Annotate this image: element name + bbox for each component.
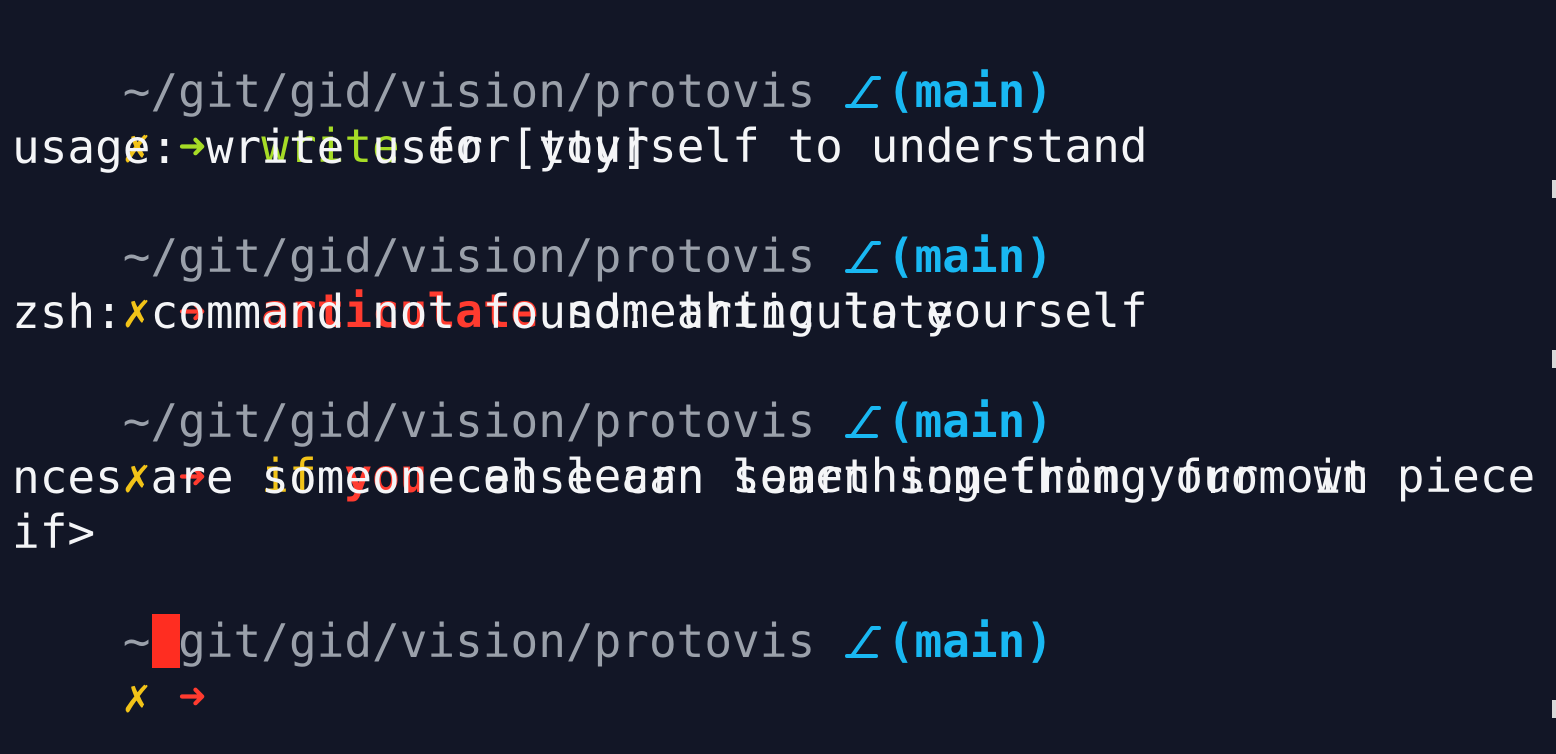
prompt-path-line: ~/git/gid/vision/protovis (main) xyxy=(12,340,1053,448)
status-mark: ✗ xyxy=(122,669,151,723)
command-line: ✗ ➜ write for yourself to understand xyxy=(12,65,1148,173)
git-branch-icon xyxy=(843,616,881,658)
error-output: zsh: command not found: articulate xyxy=(12,285,954,339)
prompt-branch: (main) xyxy=(886,614,1054,668)
wrapped-command-text: nces are someone else can learn somethin… xyxy=(12,450,1370,504)
scrollbar-mark[interactable] xyxy=(1552,700,1556,718)
error-arrow-icon: ➜ xyxy=(178,669,206,723)
scrollbar-mark[interactable] xyxy=(1552,350,1556,368)
terminal-window[interactable]: ~/git/gid/vision/protovis (main) ✗ ➜ wri… xyxy=(0,0,1556,754)
prompt-path-line: ~/git/gid/vision/protovis (main) xyxy=(12,10,1053,118)
command-line: ✗ ➜ if you can learn something from your… xyxy=(12,395,1556,503)
prompt-path-line: ~/git/gid/vision/protovis (main) xyxy=(12,175,1053,283)
command-line: ✗ ➜ articulate something to yourself xyxy=(12,230,1148,338)
command-output: usage: write user [tty] xyxy=(12,120,649,174)
scrollbar-mark[interactable] xyxy=(1552,180,1556,198)
prompt-path-line: ~/git/gid/vision/protovis (main) xyxy=(12,560,1053,668)
continuation-prompt: if> xyxy=(12,505,96,559)
prompt-path: ~/git/gid/vision/protovis xyxy=(122,614,816,668)
terminal-cursor[interactable] xyxy=(152,614,180,668)
